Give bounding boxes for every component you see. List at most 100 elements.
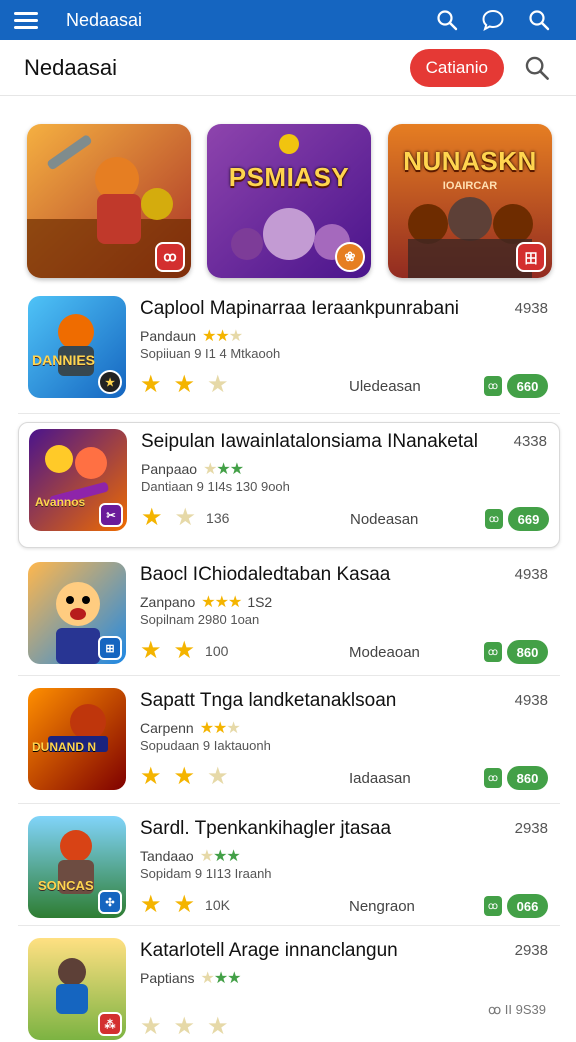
chat-icon[interactable] — [470, 0, 516, 40]
small-rating-stars: ★★★ — [199, 848, 241, 865]
game-thumbnail: SONCAS ✣ — [28, 816, 126, 918]
rating-stars: ★ ★ 10K — [140, 890, 230, 919]
game-name[interactable]: Sapatt Tnga landketanaklsoan — [140, 690, 396, 712]
star-icon: ★ — [173, 637, 196, 664]
small-rating-stars: ★★★ — [202, 328, 243, 345]
app-title: Nedaasai — [66, 9, 143, 30]
star-icon: ★ — [173, 371, 196, 398]
category-button[interactable]: Catianio — [409, 48, 504, 87]
game-thumbnail: DUNAND N — [28, 688, 126, 790]
status-label: Nengraon — [349, 898, 415, 915]
search-icon[interactable] — [424, 0, 470, 40]
chat-icon[interactable]: ꝏ — [484, 376, 502, 396]
review-count: 2938 — [514, 942, 548, 959]
game-name[interactable]: Caplool Mapinarraa Ieraankpunrabani — [140, 298, 459, 320]
star-icon: ★ — [140, 891, 162, 918]
star-icon: ★ — [207, 1013, 229, 1040]
star-icon: ★ — [173, 1013, 196, 1040]
developer-name: Zanpano — [140, 594, 196, 610]
thumbnail-title: DANNIES — [32, 352, 96, 368]
star-icon: ★ — [207, 371, 229, 398]
list-item[interactable]: SONCAS ✣ Sardl. Tpenkankihagler jtasaa 2… — [18, 810, 560, 926]
developer-row: Tandaao ★★★ — [140, 846, 241, 866]
small-rating-stars: ★★★ — [203, 461, 244, 478]
small-rating-stars: ★★★ — [199, 720, 241, 737]
featured-title: PSMIASY — [228, 162, 350, 192]
status-label: Modeaoan — [349, 644, 420, 661]
game-name[interactable]: Sardl. Tpenkankihagler jtasaa — [140, 818, 391, 840]
star-icon: ★ — [173, 891, 196, 918]
star-icon: ★ — [140, 371, 162, 398]
rating-stars: ★ ★ ★ — [140, 370, 229, 399]
rating-stars: ★ ★ 136 — [141, 503, 229, 532]
page-header: Nedaasai Catianio — [0, 40, 576, 96]
developer-name: Carpenn — [140, 720, 194, 736]
list-item[interactable]: ⊞ Baocl IChiodaledtaban Kasaa 4938 Zanpa… — [18, 556, 560, 676]
price-button[interactable]: 669 — [508, 507, 549, 531]
game-name[interactable]: Seipulan Iawainlatalonsiama INanaketal — [141, 431, 478, 453]
thumbnail-title: DUNAND N — [32, 740, 96, 754]
store-badge-icon: 田 — [516, 242, 546, 272]
game-thumbnail: ⊞ — [28, 562, 126, 664]
status-label: Nodeasan — [350, 511, 419, 528]
price-button[interactable]: 066 — [507, 894, 548, 918]
status-label: Uledeasan — [349, 378, 421, 395]
price-button[interactable]: 860 — [507, 766, 548, 790]
status-label: Iadaasan — [349, 770, 411, 787]
search-icon-2[interactable] — [516, 0, 562, 40]
page-title: Nedaasai — [24, 54, 117, 80]
list-item[interactable]: Avannos ✂ Seipulan Iawainlatalonsiama IN… — [18, 422, 560, 548]
rating-stars: ★ ★ ★ — [140, 762, 229, 791]
thumbnail-title: SONCAS — [38, 878, 94, 893]
store-badge-icon: ꝏ — [155, 242, 185, 272]
featured-game-card[interactable]: PSMIASY ❀ — [207, 124, 371, 278]
star-icon: ★ — [174, 504, 197, 531]
developer-name: Panpaao — [141, 461, 198, 477]
developer-extra: 1S2 — [247, 594, 273, 610]
game-thumbnail: Avannos ✂ — [29, 429, 127, 531]
star-icon: ★ — [140, 1013, 162, 1040]
developer-row: Paptians ★★★ — [140, 968, 242, 988]
price-button[interactable]: 860 — [507, 640, 548, 664]
star-icon: ★ — [140, 637, 162, 664]
developer-row: Carpenn ★★★ — [140, 718, 241, 738]
small-rating-stars: ★★★ — [201, 594, 242, 611]
thumbnail-badge-icon: ★ — [98, 370, 122, 394]
price-button[interactable]: 660 — [507, 374, 548, 398]
footer-text: ꝏ II 9S39 — [487, 1002, 546, 1017]
rating-stars: ★ ★ ★ — [140, 1012, 229, 1041]
small-rating-stars: ★★★ — [200, 970, 241, 987]
chat-icon[interactable]: ꝏ — [484, 768, 502, 788]
featured-carousel: ꝏ PSMIASY ❀ NUNASKN IOAIRCAR 田 — [0, 124, 576, 280]
rating-count: 10K — [205, 896, 230, 913]
star-icon: ★ — [173, 763, 196, 790]
game-name[interactable]: Katarlotell Arage innanclangun — [140, 940, 398, 962]
review-count: 4338 — [513, 433, 547, 450]
star-icon: ★ — [207, 763, 229, 790]
list-item[interactable]: DUNAND N Sapatt Tnga landketanaklsoan 49… — [18, 682, 560, 804]
featured-game-card[interactable]: NUNASKN IOAIRCAR 田 — [388, 124, 552, 278]
game-meta: Sopilnam 2980 1oan — [140, 612, 260, 627]
chat-icon[interactable]: ꝏ — [484, 642, 502, 662]
game-thumbnail: DANNIES ★ — [28, 296, 126, 398]
review-count: 4938 — [514, 692, 548, 709]
developer-row: Panpaao ★★★ — [141, 459, 244, 479]
list-item[interactable]: ⁂ Katarlotell Arage innanclangun 2938 Pa… — [18, 932, 560, 1042]
rating-stars: ★ ★ 100 — [140, 636, 228, 665]
game-name[interactable]: Baocl IChiodaledtaban Kasaa — [140, 564, 390, 586]
developer-row: Zanpano ★★★ 1S2 — [140, 592, 272, 612]
review-count: 4938 — [514, 566, 548, 583]
thumbnail-badge-icon: ✣ — [98, 890, 122, 914]
featured-game-card[interactable]: ꝏ — [27, 124, 191, 278]
developer-name: Tandaao — [140, 848, 194, 864]
chat-icon[interactable]: ꝏ — [484, 896, 502, 916]
menu-icon[interactable] — [14, 8, 38, 32]
thumbnail-badge-icon: ⁂ — [98, 1012, 122, 1036]
game-meta: Sopidam 9 1I13 Iraanh — [140, 866, 272, 881]
thumbnail-title: Avannos — [35, 495, 86, 509]
search-icon[interactable] — [522, 53, 552, 83]
chat-icon[interactable]: ꝏ — [485, 509, 503, 529]
developer-name: Pandaun — [140, 328, 197, 344]
list-item[interactable]: DANNIES ★ Caplool Mapinarraa Ieraankpunr… — [18, 290, 560, 414]
game-meta: Sopiiuan 9 I1 4 Mtkaooh — [140, 346, 281, 361]
